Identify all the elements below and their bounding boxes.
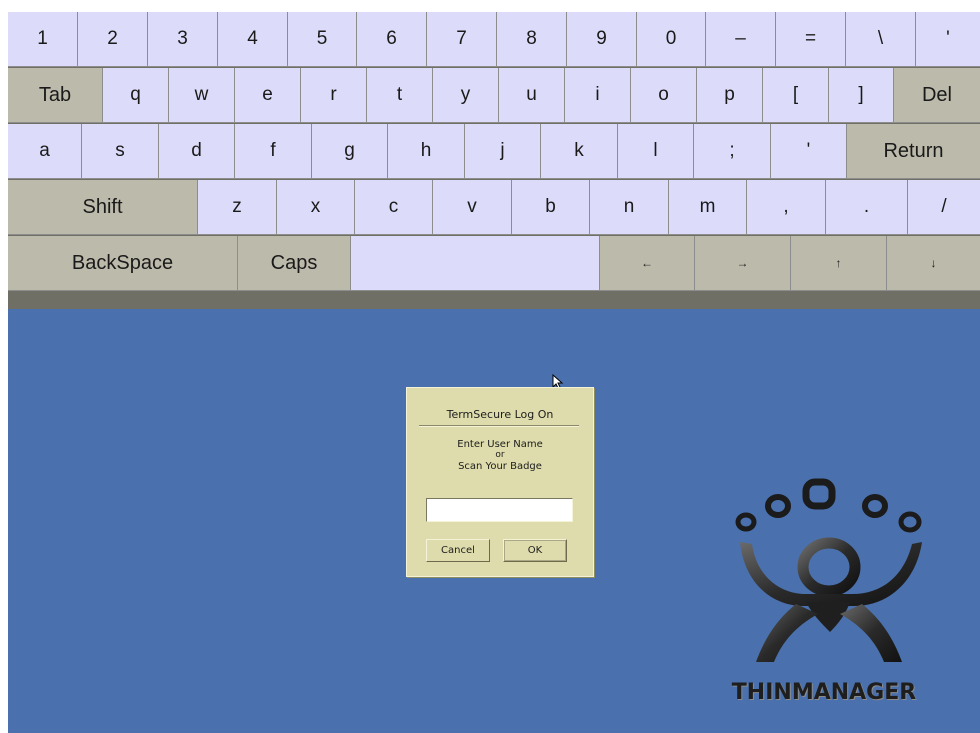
key-f[interactable]: f bbox=[235, 124, 312, 179]
key-apostrophe[interactable]: ' bbox=[916, 12, 980, 67]
key-caps[interactable]: Caps bbox=[238, 236, 351, 291]
key-3[interactable]: 3 bbox=[148, 12, 218, 67]
thinmanager-wordmark: THINMANAGER bbox=[731, 680, 917, 705]
prompt-line-2: or bbox=[495, 450, 505, 460]
key-2[interactable]: 2 bbox=[78, 12, 148, 67]
key-0[interactable]: 0 bbox=[637, 12, 706, 67]
key-period[interactable]: . bbox=[826, 180, 908, 235]
key-k[interactable]: k bbox=[541, 124, 618, 179]
key-backspace[interactable]: BackSpace bbox=[8, 236, 238, 291]
key-p[interactable]: p bbox=[697, 68, 763, 123]
on-screen-keyboard: 1 2 3 4 5 6 7 8 9 0 – = \ ' Tab q w e r … bbox=[8, 12, 980, 309]
keyboard-row-numbers: 1 2 3 4 5 6 7 8 9 0 – = \ ' bbox=[8, 12, 980, 68]
key-space[interactable] bbox=[351, 236, 600, 291]
key-left-arrow[interactable]: ← bbox=[600, 236, 695, 291]
key-return[interactable]: Return bbox=[847, 124, 980, 179]
key-backslash[interactable]: \ bbox=[846, 12, 916, 67]
key-w[interactable]: w bbox=[169, 68, 235, 123]
key-comma[interactable]: , bbox=[747, 180, 826, 235]
key-b[interactable]: b bbox=[512, 180, 590, 235]
key-z[interactable]: z bbox=[198, 180, 277, 235]
key-equals[interactable]: = bbox=[776, 12, 846, 67]
key-m[interactable]: m bbox=[669, 180, 747, 235]
prompt-line-3: Scan Your Badge bbox=[458, 461, 542, 472]
key-right-bracket[interactable]: ] bbox=[829, 68, 894, 123]
key-g[interactable]: g bbox=[312, 124, 388, 179]
key-tab[interactable]: Tab bbox=[8, 68, 103, 123]
key-c[interactable]: c bbox=[355, 180, 433, 235]
key-semicolon[interactable]: ; bbox=[694, 124, 771, 179]
key-o[interactable]: o bbox=[631, 68, 697, 123]
ok-button[interactable]: OK bbox=[503, 539, 567, 562]
key-6[interactable]: 6 bbox=[357, 12, 427, 67]
title-divider bbox=[419, 425, 579, 427]
key-v[interactable]: v bbox=[433, 180, 512, 235]
key-x[interactable]: x bbox=[277, 180, 355, 235]
key-down-arrow[interactable]: ↓ bbox=[887, 236, 980, 291]
cancel-button[interactable]: Cancel bbox=[426, 539, 490, 562]
key-l[interactable]: l bbox=[618, 124, 694, 179]
key-4[interactable]: 4 bbox=[218, 12, 288, 67]
key-slash[interactable]: / bbox=[908, 180, 980, 235]
key-right-arrow[interactable]: → bbox=[695, 236, 791, 291]
keyboard-row-function: BackSpace Caps ← → ↑ ↓ bbox=[8, 236, 980, 292]
key-j[interactable]: j bbox=[465, 124, 541, 179]
key-7[interactable]: 7 bbox=[427, 12, 497, 67]
key-r[interactable]: r bbox=[301, 68, 367, 123]
key-e[interactable]: e bbox=[235, 68, 301, 123]
prompt-line-1: Enter User Name bbox=[457, 439, 543, 450]
username-input[interactable] bbox=[426, 498, 573, 522]
key-left-bracket[interactable]: [ bbox=[763, 68, 829, 123]
key-i[interactable]: i bbox=[565, 68, 631, 123]
key-q[interactable]: q bbox=[103, 68, 169, 123]
key-d[interactable]: d bbox=[159, 124, 235, 179]
key-s[interactable]: s bbox=[82, 124, 159, 179]
key-del[interactable]: Del bbox=[894, 68, 980, 123]
keyboard-row-qwerty: Tab q w e r t y u i o p [ ] Del bbox=[8, 68, 980, 124]
key-n[interactable]: n bbox=[590, 180, 669, 235]
key-1[interactable]: 1 bbox=[8, 12, 78, 67]
thinmanager-logo bbox=[735, 478, 922, 662]
dialog-title: TermSecure Log On bbox=[446, 408, 554, 421]
key-u[interactable]: u bbox=[499, 68, 565, 123]
desktop: 1 2 3 4 5 6 7 8 9 0 – = \ ' Tab q w e r … bbox=[8, 12, 980, 733]
key-8[interactable]: 8 bbox=[497, 12, 567, 67]
key-shift[interactable]: Shift bbox=[8, 180, 198, 235]
key-a[interactable]: a bbox=[8, 124, 82, 179]
key-9[interactable]: 9 bbox=[567, 12, 637, 67]
key-quote[interactable]: ' bbox=[771, 124, 847, 179]
keyboard-row-home: a s d f g h j k l ; ' Return bbox=[8, 124, 980, 180]
key-5[interactable]: 5 bbox=[288, 12, 357, 67]
key-t[interactable]: t bbox=[367, 68, 433, 123]
key-up-arrow[interactable]: ↑ bbox=[791, 236, 887, 291]
keyboard-row-bottom: Shift z x c v b n m , . / bbox=[8, 180, 980, 236]
key-y[interactable]: y bbox=[433, 68, 499, 123]
termsecure-logon-dialog: TermSecure Log On Enter User Name or Sca… bbox=[406, 387, 594, 577]
key-h[interactable]: h bbox=[388, 124, 465, 179]
key-minus[interactable]: – bbox=[706, 12, 776, 67]
